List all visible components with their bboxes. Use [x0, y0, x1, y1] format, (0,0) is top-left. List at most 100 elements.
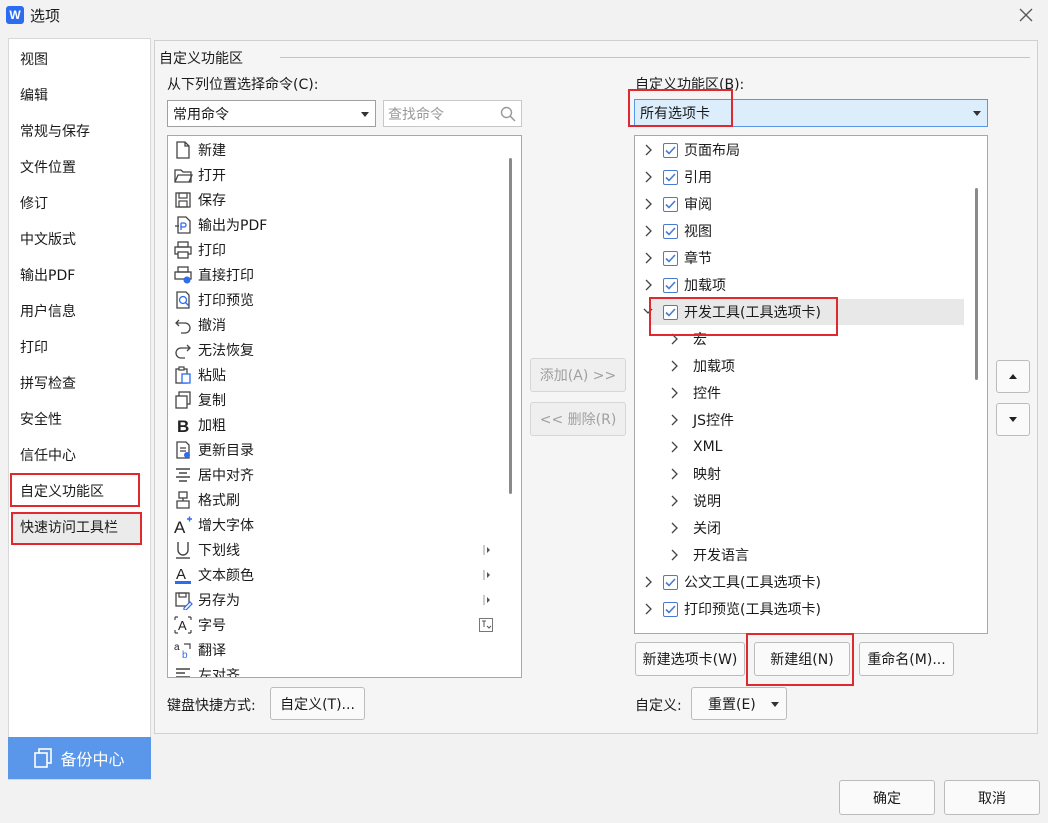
command-item[interactable]: A 增大字体	[173, 513, 254, 537]
tree-tab-node[interactable]: 视图	[643, 219, 712, 243]
command-source-dropdown[interactable]: 常用命令	[167, 100, 376, 127]
command-item[interactable]: 格式刷	[173, 488, 240, 512]
redo-icon	[173, 340, 193, 360]
chevron-right-icon[interactable]	[643, 278, 653, 292]
paste-icon	[173, 365, 193, 385]
chevron-right-icon[interactable]	[669, 413, 679, 427]
remove-button[interactable]: << 删除(R)	[530, 402, 626, 436]
command-item[interactable]: 撤消	[173, 313, 226, 337]
sidebar-item[interactable]: 信任中心	[20, 445, 76, 465]
sidebar-item[interactable]: 用户信息	[20, 301, 76, 321]
chevron-right-icon[interactable]	[669, 386, 679, 400]
command-item[interactable]: 另存为	[173, 588, 240, 612]
printer-icon	[173, 240, 193, 260]
ok-button[interactable]: 确定	[839, 780, 935, 815]
command-item[interactable]: 左对齐	[173, 663, 240, 677]
command-item[interactable]: A 字号	[173, 613, 226, 637]
cancel-button[interactable]: 取消	[944, 780, 1040, 815]
checkbox[interactable]	[663, 574, 678, 590]
command-item[interactable]: 复制	[173, 388, 226, 412]
tree-tab-node[interactable]: 页面布局	[643, 138, 740, 162]
chevron-right-icon[interactable]	[643, 251, 653, 265]
sidebar-item[interactable]: 常规与保存	[20, 121, 90, 141]
checkbox[interactable]	[663, 601, 678, 617]
sidebar-item[interactable]: 拼写检查	[20, 373, 76, 393]
submenu-arrow-icon	[483, 569, 491, 581]
command-list-scrollbar[interactable]	[509, 158, 512, 494]
tree-group-node[interactable]: 加载项	[669, 354, 735, 378]
command-item[interactable]: 直接打印	[173, 263, 254, 287]
command-item[interactable]: 居中对齐	[173, 463, 254, 487]
checkbox[interactable]	[663, 277, 678, 293]
sidebar-item[interactable]: 修订	[20, 193, 48, 213]
tree-tab-node[interactable]: 引用	[643, 165, 712, 189]
close-icon[interactable]	[1014, 4, 1038, 26]
command-item[interactable]: B 加粗	[173, 413, 226, 437]
sidebar-item[interactable]: 中文版式	[20, 229, 76, 249]
chevron-right-icon[interactable]	[643, 197, 653, 211]
checkmark-icon	[665, 145, 676, 155]
reset-dropdown-button[interactable]: 重置(E)	[691, 687, 787, 720]
command-item[interactable]: 粘贴	[173, 363, 226, 387]
chevron-right-icon[interactable]	[669, 494, 679, 508]
submenu-arrow-icon	[483, 544, 491, 556]
sidebar-item[interactable]: 快速访问工具栏	[20, 517, 118, 537]
command-item[interactable]: 打印	[173, 238, 226, 262]
command-item[interactable]: 保存	[173, 188, 226, 212]
command-item[interactable]: a b 翻译	[173, 638, 226, 662]
command-item[interactable]: 下划线	[173, 538, 240, 562]
tree-group-node[interactable]: JS控件	[669, 408, 734, 432]
add-button[interactable]: 添加(A) >>	[530, 358, 626, 392]
sidebar-item[interactable]: 视图	[20, 49, 48, 69]
tree-group-node[interactable]: 说明	[669, 489, 721, 513]
tree-tab-node[interactable]: 打印预览(工具选项卡)	[643, 597, 821, 621]
sidebar-item[interactable]: 打印	[20, 337, 48, 357]
chevron-right-icon[interactable]	[643, 575, 653, 589]
tree-group-node[interactable]: 控件	[669, 381, 721, 405]
command-item[interactable]: A 文本颜色	[173, 563, 254, 587]
rename-button[interactable]: 重命名(M)...	[859, 642, 954, 676]
move-up-button[interactable]	[996, 360, 1030, 393]
command-item[interactable]: 新建	[173, 138, 226, 162]
chevron-right-icon[interactable]	[643, 143, 653, 157]
command-item[interactable]: 打印预览	[173, 288, 254, 312]
sidebar-item[interactable]: 编辑	[20, 85, 48, 105]
command-item[interactable]: 更新目录	[173, 438, 254, 462]
sidebar-item[interactable]: 输出PDF	[20, 265, 75, 285]
customize-shortcuts-button[interactable]: 自定义(T)...	[270, 687, 365, 720]
tree-group-node[interactable]: XML	[669, 435, 722, 459]
checkbox[interactable]	[663, 196, 678, 212]
command-search-input[interactable]: 查找命令	[383, 100, 522, 127]
chevron-right-icon[interactable]	[669, 359, 679, 373]
tree-group-node[interactable]: 关闭	[669, 516, 721, 540]
chevron-right-icon[interactable]	[669, 548, 679, 562]
tree-tab-node[interactable]: 公文工具(工具选项卡)	[643, 570, 821, 594]
tree-node-label: 审阅	[684, 197, 712, 213]
tree-tab-node[interactable]: 章节	[643, 246, 712, 270]
tree-tab-node[interactable]: 审阅	[643, 192, 712, 216]
chevron-right-icon[interactable]	[669, 521, 679, 535]
ribbon-tree[interactable]: 页面布局 引用 审阅 视图 章节 加载项 开发工具(工具选项卡) 宏加载项 控件 JS控件 XML 映…	[634, 135, 988, 634]
chevron-right-icon[interactable]	[669, 467, 679, 481]
command-item[interactable]: 输出为PDF	[173, 213, 267, 237]
chevron-right-icon[interactable]	[643, 602, 653, 616]
checkbox[interactable]	[663, 250, 678, 266]
checkbox[interactable]	[663, 223, 678, 239]
chevron-right-icon[interactable]	[669, 440, 679, 454]
sidebar-item[interactable]: 文件位置	[20, 157, 76, 177]
checkbox[interactable]	[663, 169, 678, 185]
command-list[interactable]: 新建 打开 保存 输出为PDF 打印 直接打印 打印预览 撤消 无法恢复 粘贴 复制 B 加粗 更新目录居…	[167, 135, 522, 678]
tree-group-node[interactable]: 映射	[669, 462, 721, 486]
chevron-right-icon[interactable]	[643, 170, 653, 184]
chevron-right-icon[interactable]	[643, 224, 653, 238]
backup-center-button[interactable]: 备份中心	[8, 737, 151, 779]
checkbox[interactable]	[663, 142, 678, 158]
new-tab-button[interactable]: 新建选项卡(W)	[635, 642, 745, 676]
ribbon-tree-scrollbar[interactable]	[975, 188, 978, 380]
tree-group-node[interactable]: 开发语言	[669, 543, 749, 567]
command-item[interactable]: 无法恢复	[173, 338, 254, 362]
move-down-button[interactable]	[996, 403, 1030, 436]
command-item[interactable]: 打开	[173, 163, 226, 187]
tree-tab-node[interactable]: 加载项	[643, 273, 726, 297]
sidebar-item[interactable]: 安全性	[20, 409, 62, 429]
